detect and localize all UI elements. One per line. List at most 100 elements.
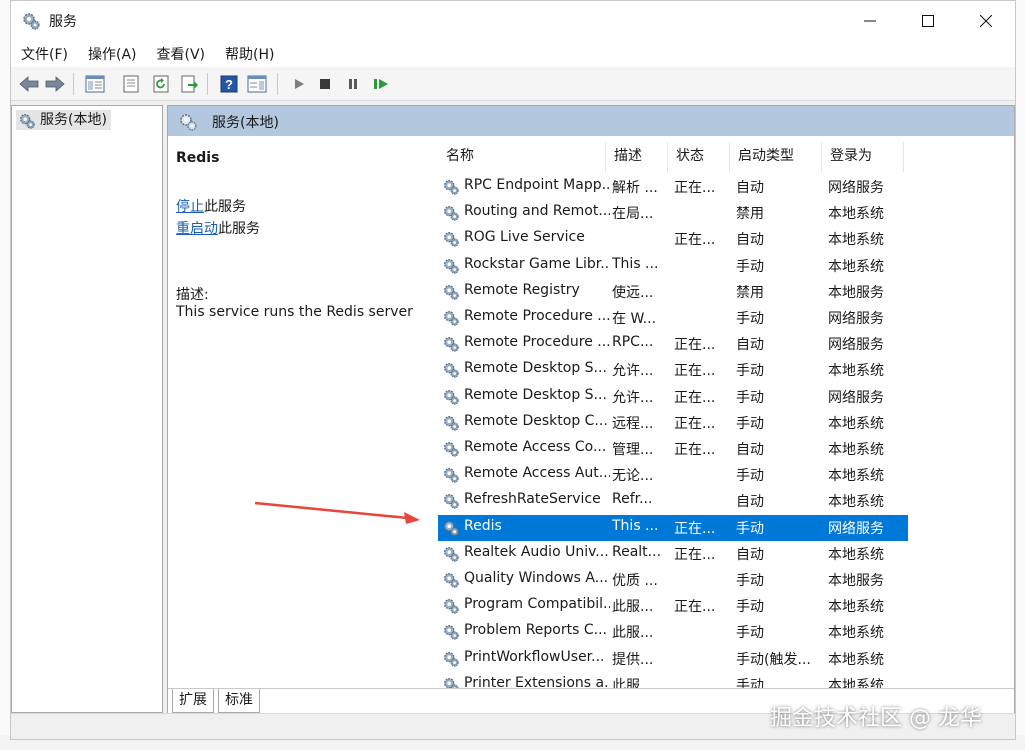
service-gear-icon — [442, 571, 460, 593]
service-log-on-as-cell: 网络服务 — [828, 180, 884, 196]
service-startup-type-cell: 手动 — [736, 573, 764, 589]
table-row[interactable]: Problem Reports C... 此服... 手动 本地系统 — [438, 619, 908, 645]
column-header-log-on-as[interactable]: 登录为 — [822, 142, 904, 172]
table-row[interactable]: Remote Desktop C... 远程... 正在... 手动 本地系统 — [438, 410, 908, 436]
table-row[interactable]: Remote Access Aut... 无论... 手动 本地系统 — [438, 462, 908, 488]
service-log-on-as-cell: 本地系统 — [828, 546, 884, 563]
service-startup-type-cell: 禁用 — [736, 284, 764, 301]
table-row[interactable]: Remote Procedure ... 在 W... 手动 网络服务 — [438, 305, 908, 331]
service-startup-type-cell: 自动 — [736, 442, 764, 458]
maximize-button[interactable] — [899, 1, 957, 41]
service-gear-icon — [442, 204, 460, 226]
menu-view[interactable]: 查看(V) — [147, 41, 216, 67]
service-log-on-as-cell: 本地系统 — [828, 677, 884, 688]
refresh-button[interactable] — [149, 73, 173, 95]
menu-file[interactable]: 文件(F) — [11, 41, 78, 67]
table-row[interactable]: Printer Extensions a... 此服... 手动 本地系统 — [438, 672, 908, 688]
services-gear-icon — [180, 114, 197, 131]
service-description-cell: 优质 ... — [612, 573, 658, 589]
help-button[interactable]: ? — [217, 73, 241, 95]
export-list-button[interactable] — [177, 73, 201, 95]
back-button[interactable] — [17, 73, 41, 95]
table-row[interactable]: Redis This ... 正在... 手动 网络服务 — [438, 514, 908, 541]
table-row[interactable]: Remote Desktop S... 允许... 正在... 手动 网络服务 — [438, 384, 908, 410]
services-gear-icon — [23, 13, 40, 30]
table-row[interactable]: Quality Windows A... 优质 ... 手动 本地服务 — [438, 567, 908, 593]
service-gear-icon — [442, 492, 460, 514]
column-header-status[interactable]: 状态 — [668, 142, 730, 172]
service-gear-icon — [442, 623, 460, 645]
table-row[interactable]: Remote Access Co... 管理... 正在... 自动 本地系统 — [438, 436, 908, 462]
export-list-icon — [181, 75, 198, 93]
table-row[interactable]: Remote Desktop S... 允许... 正在... 手动 本地系统 — [438, 357, 908, 383]
forward-button[interactable] — [43, 73, 67, 95]
show-hide-console-tree-button[interactable] — [83, 73, 107, 95]
service-name-cell: Routing and Remot... — [464, 203, 610, 220]
tree-item-label: 服务(本地) — [40, 112, 107, 128]
properties-button[interactable] — [119, 73, 143, 95]
service-description-cell: Refr... — [612, 491, 653, 508]
show-action-pane-button[interactable] — [245, 73, 269, 95]
menu-action[interactable]: 操作(A) — [78, 41, 147, 67]
service-status-cell: 正在... — [674, 232, 716, 249]
service-log-on-as-cell: 网络服务 — [828, 520, 884, 537]
service-gear-icon — [442, 676, 460, 688]
console-tree-pane: 服务(本地) — [11, 105, 163, 713]
service-gear-icon — [442, 178, 460, 200]
service-startup-type-cell: 手动 — [736, 468, 764, 485]
column-header-name[interactable]: 名称 — [438, 142, 606, 172]
table-row[interactable]: ROG Live Service 正在... 自动 本地系统 — [438, 226, 908, 252]
close-button[interactable] — [957, 1, 1015, 41]
menu-help[interactable]: 帮助(H) — [215, 41, 284, 67]
service-log-on-as-cell: 网络服务 — [828, 311, 884, 327]
start-service-button[interactable] — [287, 73, 311, 95]
services-window: 服务 文件(F) 操作(A) 查看(V) 帮助(H) ? 服务(本地) 服务(本… — [10, 0, 1016, 740]
service-startup-type-cell: 自动 — [736, 180, 764, 196]
service-description-cell: 此服... — [612, 677, 654, 688]
close-icon — [980, 15, 992, 27]
restart-service-link[interactable]: 重启动 — [176, 221, 218, 237]
tab-standard[interactable]: 标准 — [218, 689, 260, 713]
service-startup-type-cell: 手动 — [736, 677, 764, 688]
service-name-cell: PrintWorkflowUser... — [464, 648, 605, 665]
minimize-button[interactable] — [841, 1, 899, 41]
column-header-startup-type[interactable]: 启动类型 — [730, 142, 822, 172]
refresh-icon — [153, 75, 169, 93]
table-row[interactable]: Program Compatibil... 此服... 正在... 手动 本地系统 — [438, 593, 908, 619]
service-log-on-as-cell: 本地系统 — [828, 599, 884, 616]
service-startup-type-cell: 手动(触发... — [736, 651, 811, 668]
console-tree-icon — [85, 75, 105, 93]
minimize-icon — [864, 20, 876, 22]
service-status-cell: 正在... — [674, 442, 716, 458]
service-log-on-as-cell: 本地系统 — [828, 415, 884, 432]
table-row[interactable]: Remote Procedure ... RPC... 正在... 自动 网络服务 — [438, 331, 908, 357]
service-description-pane: Redis 停止此服务 重启动此服务 描述: This service runs… — [168, 136, 428, 688]
stop-icon — [320, 79, 330, 89]
service-description-cell: 无论... — [612, 468, 654, 485]
table-row[interactable]: RefreshRateService Refr... 自动 本地系统 — [438, 488, 908, 514]
table-row[interactable]: Realtek Audio Univ... Realt... 正在... 自动 本地系统 — [438, 541, 908, 567]
table-row[interactable]: PrintWorkflowUser... 提供... 手动(触发... 本地系统 — [438, 646, 908, 672]
stop-service-action: 停止此服务 — [176, 196, 246, 216]
pause-icon — [349, 79, 357, 89]
column-header-description[interactable]: 描述 — [606, 142, 668, 172]
table-row[interactable]: Rockstar Game Libr... This ... 手动 本地系统 — [438, 253, 908, 279]
table-row[interactable]: Routing and Remot... 在局... 禁用 本地系统 — [438, 200, 908, 226]
window-title: 服务 — [49, 14, 77, 30]
service-log-on-as-cell: 本地系统 — [828, 494, 884, 511]
service-description-cell: Realt... — [612, 543, 662, 560]
table-row[interactable]: Remote Registry 使远... 禁用 本地服务 — [438, 279, 908, 305]
stop-service-link[interactable]: 停止 — [176, 199, 204, 215]
stop-service-suffix: 此服务 — [204, 199, 246, 215]
service-gear-icon — [442, 650, 460, 672]
tree-item-services-local[interactable]: 服务(本地) — [16, 110, 111, 130]
restart-service-button[interactable] — [369, 73, 393, 95]
service-log-on-as-cell: 本地系统 — [828, 468, 884, 485]
service-name-cell: RefreshRateService — [464, 491, 601, 508]
pause-service-button[interactable] — [341, 73, 365, 95]
restart-icon — [374, 79, 388, 89]
service-status-cell: 正在... — [674, 546, 716, 563]
table-row[interactable]: RPC Endpoint Mapp... 解析 ... 正在... 自动 网络服务 — [438, 174, 908, 200]
stop-service-button[interactable] — [313, 73, 337, 95]
tab-extended[interactable]: 扩展 — [172, 689, 214, 713]
